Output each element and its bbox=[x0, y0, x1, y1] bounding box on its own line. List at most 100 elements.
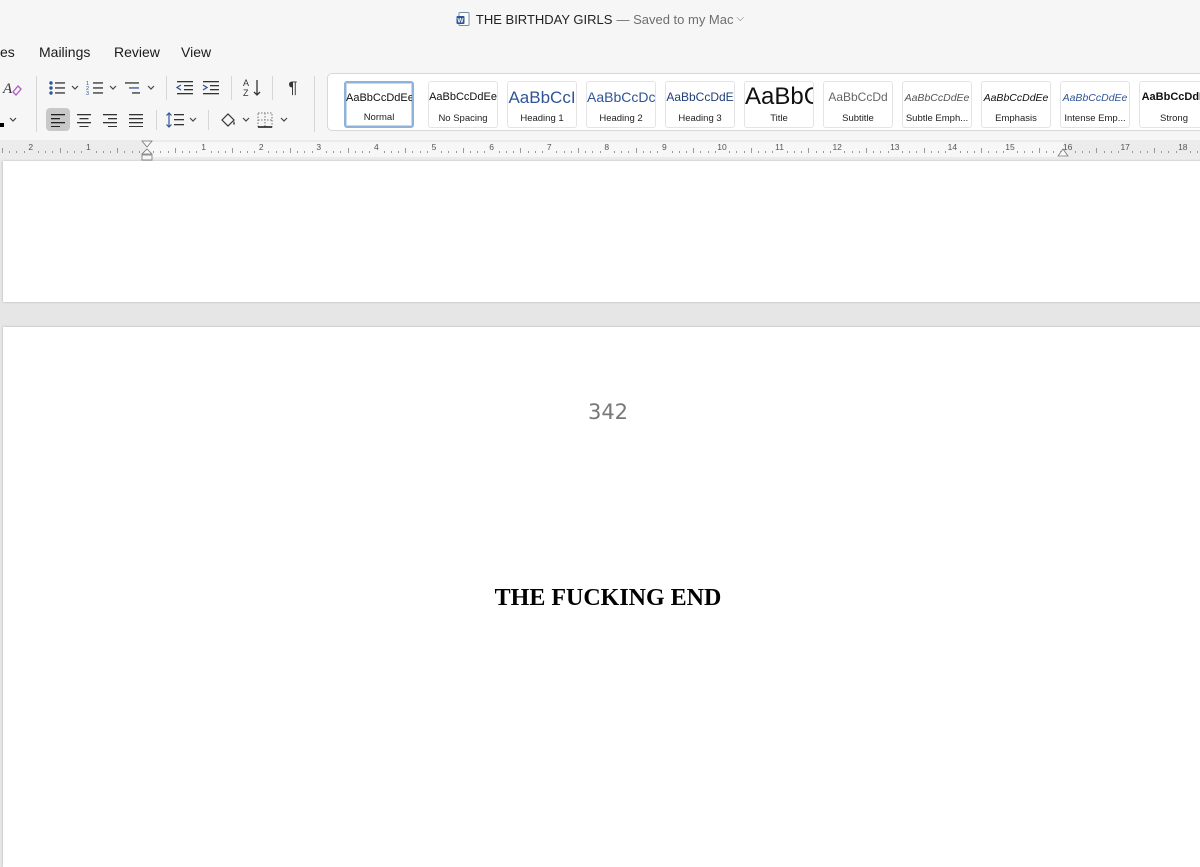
horizontal-ruler[interactable]: 2 1 1 2 3 4 5 6 7 8 9 10 11 12 13 14 15 16 17 18 bbox=[0, 140, 1200, 161]
ruler-tick bbox=[506, 151, 507, 153]
style-sample: AaBbCcDdEe bbox=[429, 91, 497, 103]
decrease-indent-button[interactable] bbox=[175, 78, 195, 98]
ruler-tick bbox=[182, 151, 183, 153]
ruler-tick bbox=[355, 151, 356, 153]
ribbon-separator bbox=[156, 110, 157, 130]
line-spacing-button[interactable] bbox=[165, 109, 199, 130]
borders-button[interactable] bbox=[256, 109, 290, 130]
ruler-tick bbox=[499, 151, 500, 153]
style-heading-1[interactable]: AaBbCcI Heading 1 bbox=[507, 81, 577, 128]
sort-az-icon: A Z bbox=[243, 78, 261, 98]
document-page[interactable]: 342 THE FUCKING END bbox=[3, 327, 1200, 867]
ruler-tick bbox=[708, 151, 709, 153]
ruler-tick bbox=[542, 151, 543, 153]
ruler-number: 9 bbox=[662, 142, 667, 152]
tab-references[interactable]: es bbox=[0, 44, 15, 60]
font-color-button[interactable] bbox=[0, 109, 18, 131]
ruler-tick bbox=[2, 148, 3, 153]
indent-markers-icon[interactable] bbox=[140, 140, 154, 162]
previous-page[interactable] bbox=[3, 161, 1200, 302]
ruler-tick bbox=[852, 151, 853, 153]
word-document-icon: W bbox=[456, 11, 470, 26]
justify-button[interactable] bbox=[124, 108, 148, 131]
ruler-tick bbox=[600, 151, 601, 153]
style-subtitle[interactable]: AaBbCcDd Subtitle bbox=[823, 81, 893, 128]
style-normal[interactable]: AaBbCcDdEe Normal bbox=[344, 81, 414, 128]
tab-mailings[interactable]: Mailings bbox=[39, 44, 90, 60]
decrease-indent-icon bbox=[176, 81, 193, 95]
ruler-tick bbox=[218, 151, 219, 153]
style-name: Title bbox=[770, 113, 788, 124]
ribbon-separator bbox=[166, 76, 167, 100]
ruler-number: 16 bbox=[1062, 142, 1073, 152]
ruler-tick bbox=[628, 151, 629, 153]
ruler-tick bbox=[24, 151, 25, 153]
tab-view[interactable]: View bbox=[181, 44, 211, 60]
align-center-button[interactable] bbox=[72, 108, 96, 131]
style-title[interactable]: AaBbC Title bbox=[744, 81, 814, 128]
style-subtle-emphasis[interactable]: AaBbCcDdEe Subtle Emph... bbox=[902, 81, 972, 128]
numbering-button[interactable]: 1 2 3 bbox=[85, 78, 119, 98]
bullets-button[interactable] bbox=[47, 78, 81, 98]
style-emphasis[interactable]: AaBbCcDdEe Emphasis bbox=[981, 81, 1051, 128]
ruler-tick bbox=[290, 148, 291, 153]
ruler-tick bbox=[348, 148, 349, 153]
paint-bucket-icon bbox=[221, 112, 250, 127]
pilcrow-icon: ¶ bbox=[288, 78, 298, 97]
page-number: 342 bbox=[587, 400, 629, 424]
ribbon-tabs: es Mailings Review View bbox=[0, 38, 1200, 68]
ruler-tick bbox=[16, 151, 17, 153]
ruler-tick bbox=[614, 151, 615, 153]
align-right-button[interactable] bbox=[98, 108, 122, 131]
style-name: No Spacing bbox=[438, 113, 488, 124]
save-status: — Saved to my Mac bbox=[616, 11, 734, 27]
align-left-button[interactable] bbox=[46, 108, 70, 131]
tab-review[interactable]: Review bbox=[114, 44, 160, 60]
ruler-tick bbox=[391, 151, 392, 153]
style-heading-3[interactable]: AaBbCcDdE Heading 3 bbox=[665, 81, 735, 128]
ruler-tick bbox=[859, 151, 860, 153]
ruler-tick bbox=[9, 151, 10, 153]
ruler-tick bbox=[456, 151, 457, 153]
ruler-tick bbox=[1111, 151, 1112, 153]
increase-indent-button[interactable] bbox=[201, 78, 221, 98]
ruler-tick bbox=[1089, 151, 1090, 153]
ruler-tick bbox=[1118, 151, 1119, 153]
show-formatting-marks-button[interactable]: ¶ bbox=[282, 77, 304, 99]
ruler-tick bbox=[1197, 151, 1198, 153]
ruler-tick bbox=[427, 151, 428, 153]
ruler-tick bbox=[1190, 151, 1191, 153]
sort-button[interactable]: A Z bbox=[241, 77, 263, 99]
style-sample: AaBbCcDdE bbox=[1141, 91, 1200, 103]
title-chevron-down-icon[interactable]: ⌵ bbox=[737, 13, 745, 24]
multilevel-list-button[interactable] bbox=[123, 78, 157, 98]
ribbon: A 1 2 3 A Z ¶ AaBbCcDdEe Normal AaBbCcDd… bbox=[0, 68, 1200, 141]
shading-button[interactable] bbox=[218, 109, 252, 130]
svg-text:A: A bbox=[2, 81, 13, 97]
style-no-spacing[interactable]: AaBbCcDdEe No Spacing bbox=[428, 81, 498, 128]
ruler-tick bbox=[448, 151, 449, 153]
ruler-tick bbox=[1060, 151, 1061, 153]
ruler-tick bbox=[168, 151, 169, 153]
ruler-tick bbox=[225, 151, 226, 153]
align-center-icon bbox=[77, 113, 91, 127]
ruler-tick bbox=[765, 151, 766, 153]
ruler-tick bbox=[844, 151, 845, 153]
ruler-tick bbox=[153, 151, 154, 153]
clear-formatting-button[interactable]: A bbox=[0, 77, 24, 99]
style-strong[interactable]: AaBbCcDdE Strong bbox=[1139, 81, 1200, 128]
ruler-tick bbox=[873, 151, 874, 153]
ruler-tick bbox=[1147, 151, 1148, 153]
style-intense-emphasis[interactable]: AaBbCcDdEe Intense Emp... bbox=[1060, 81, 1130, 128]
ruler-tick bbox=[672, 151, 673, 153]
ruler-tick bbox=[830, 151, 831, 153]
ruler-tick bbox=[463, 148, 464, 153]
ruler-tick bbox=[736, 151, 737, 153]
ruler-tick bbox=[945, 151, 946, 153]
ruler-tick bbox=[60, 148, 61, 153]
ruler-tick bbox=[657, 151, 658, 153]
clear-formatting-icon: A bbox=[2, 81, 22, 97]
style-heading-2[interactable]: AaBbCcDc Heading 2 bbox=[586, 81, 656, 128]
ruler-tick bbox=[636, 148, 637, 153]
ruler-number: 12 bbox=[832, 142, 842, 152]
